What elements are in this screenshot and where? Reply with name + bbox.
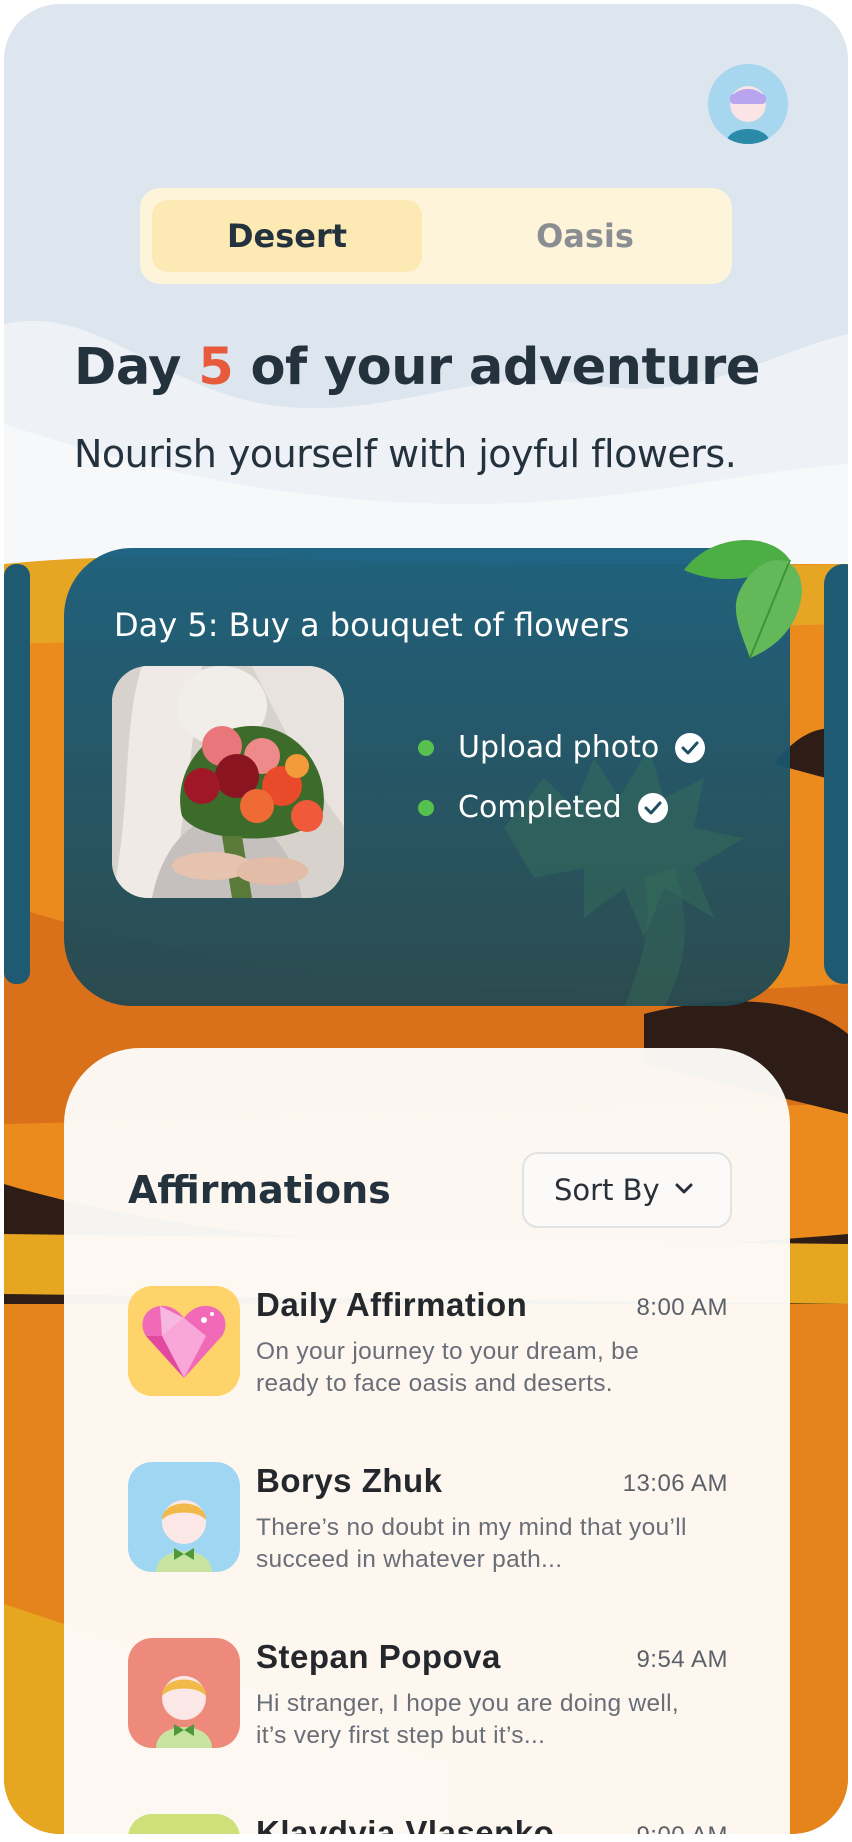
section-title: Affirmations	[128, 1168, 391, 1212]
list-item[interactable]: Borys Zhuk 13:06 AM There’s no doubt in …	[128, 1462, 728, 1574]
user-avatar-icon	[708, 64, 788, 144]
item-title: Daily Affirmation	[256, 1286, 528, 1323]
checklist-item-completed[interactable]: Completed	[418, 790, 668, 825]
headline-prefix: Day	[74, 338, 199, 397]
checklist-label: Completed	[458, 790, 622, 825]
mode-tabs: Desert Oasis	[140, 188, 732, 284]
heart-gem-icon	[128, 1286, 240, 1396]
profile-avatar[interactable]	[708, 64, 788, 144]
palm-silhouette	[504, 748, 744, 1006]
task-title: Day 5: Buy a bouquet of flowers	[114, 606, 630, 644]
bouquet-photo	[112, 666, 344, 898]
checklist-label: Upload photo	[458, 730, 660, 765]
check-icon	[637, 792, 668, 823]
item-message: There’s no doubt in my mind that you’ll …	[256, 1514, 687, 1573]
chevron-down-icon	[675, 1183, 693, 1194]
item-title: Borys Zhuk	[256, 1462, 443, 1499]
tab-desert[interactable]: Desert	[152, 200, 422, 272]
status-dot	[418, 799, 434, 816]
avatar-icon	[128, 1814, 240, 1834]
affirmations-panel: Affirmations Sort By Daily Affirmation 8…	[64, 1048, 790, 1834]
app-screen: Desert Oasis Day 5 of your adventure Nou…	[4, 4, 848, 1834]
status-dot	[418, 739, 434, 756]
boy-avatar-icon	[128, 1462, 240, 1572]
checklist-item-upload[interactable]: Upload photo	[418, 730, 706, 765]
item-time: 9:54 AM	[636, 1646, 728, 1673]
page-subtitle: Nourish yourself with joyful flowers.	[74, 432, 737, 476]
page-title: Day 5 of your adventure	[74, 338, 760, 397]
item-time: 9:00 AM	[636, 1822, 728, 1834]
headline-suffix: of your adventure	[233, 338, 760, 397]
item-message: On your journey to your dream, be ready …	[256, 1338, 640, 1397]
boy-avatar-icon	[128, 1638, 240, 1748]
day-number: 5	[198, 338, 234, 397]
list-item[interactable]: Klavdyia Vlasenko 9:00 AM	[128, 1814, 728, 1834]
sort-dropdown[interactable]: Sort By	[522, 1152, 732, 1228]
item-title: Stepan Popova	[256, 1638, 501, 1675]
tab-oasis[interactable]: Oasis	[450, 200, 720, 272]
item-message: Hi stranger, I hope you are doing well, …	[256, 1690, 679, 1749]
leaf-icon	[684, 539, 802, 659]
item-time: 8:00 AM	[636, 1294, 728, 1321]
item-time: 13:06 AM	[622, 1470, 728, 1497]
sort-label: Sort By	[554, 1173, 660, 1207]
list-item[interactable]: Stepan Popova 9:54 AM Hi stranger, I hop…	[128, 1638, 728, 1750]
item-title: Klavdyia Vlasenko	[256, 1814, 555, 1834]
list-item[interactable]: Daily Affirmation 8:00 AM On your journe…	[128, 1286, 728, 1398]
check-icon	[675, 732, 706, 763]
